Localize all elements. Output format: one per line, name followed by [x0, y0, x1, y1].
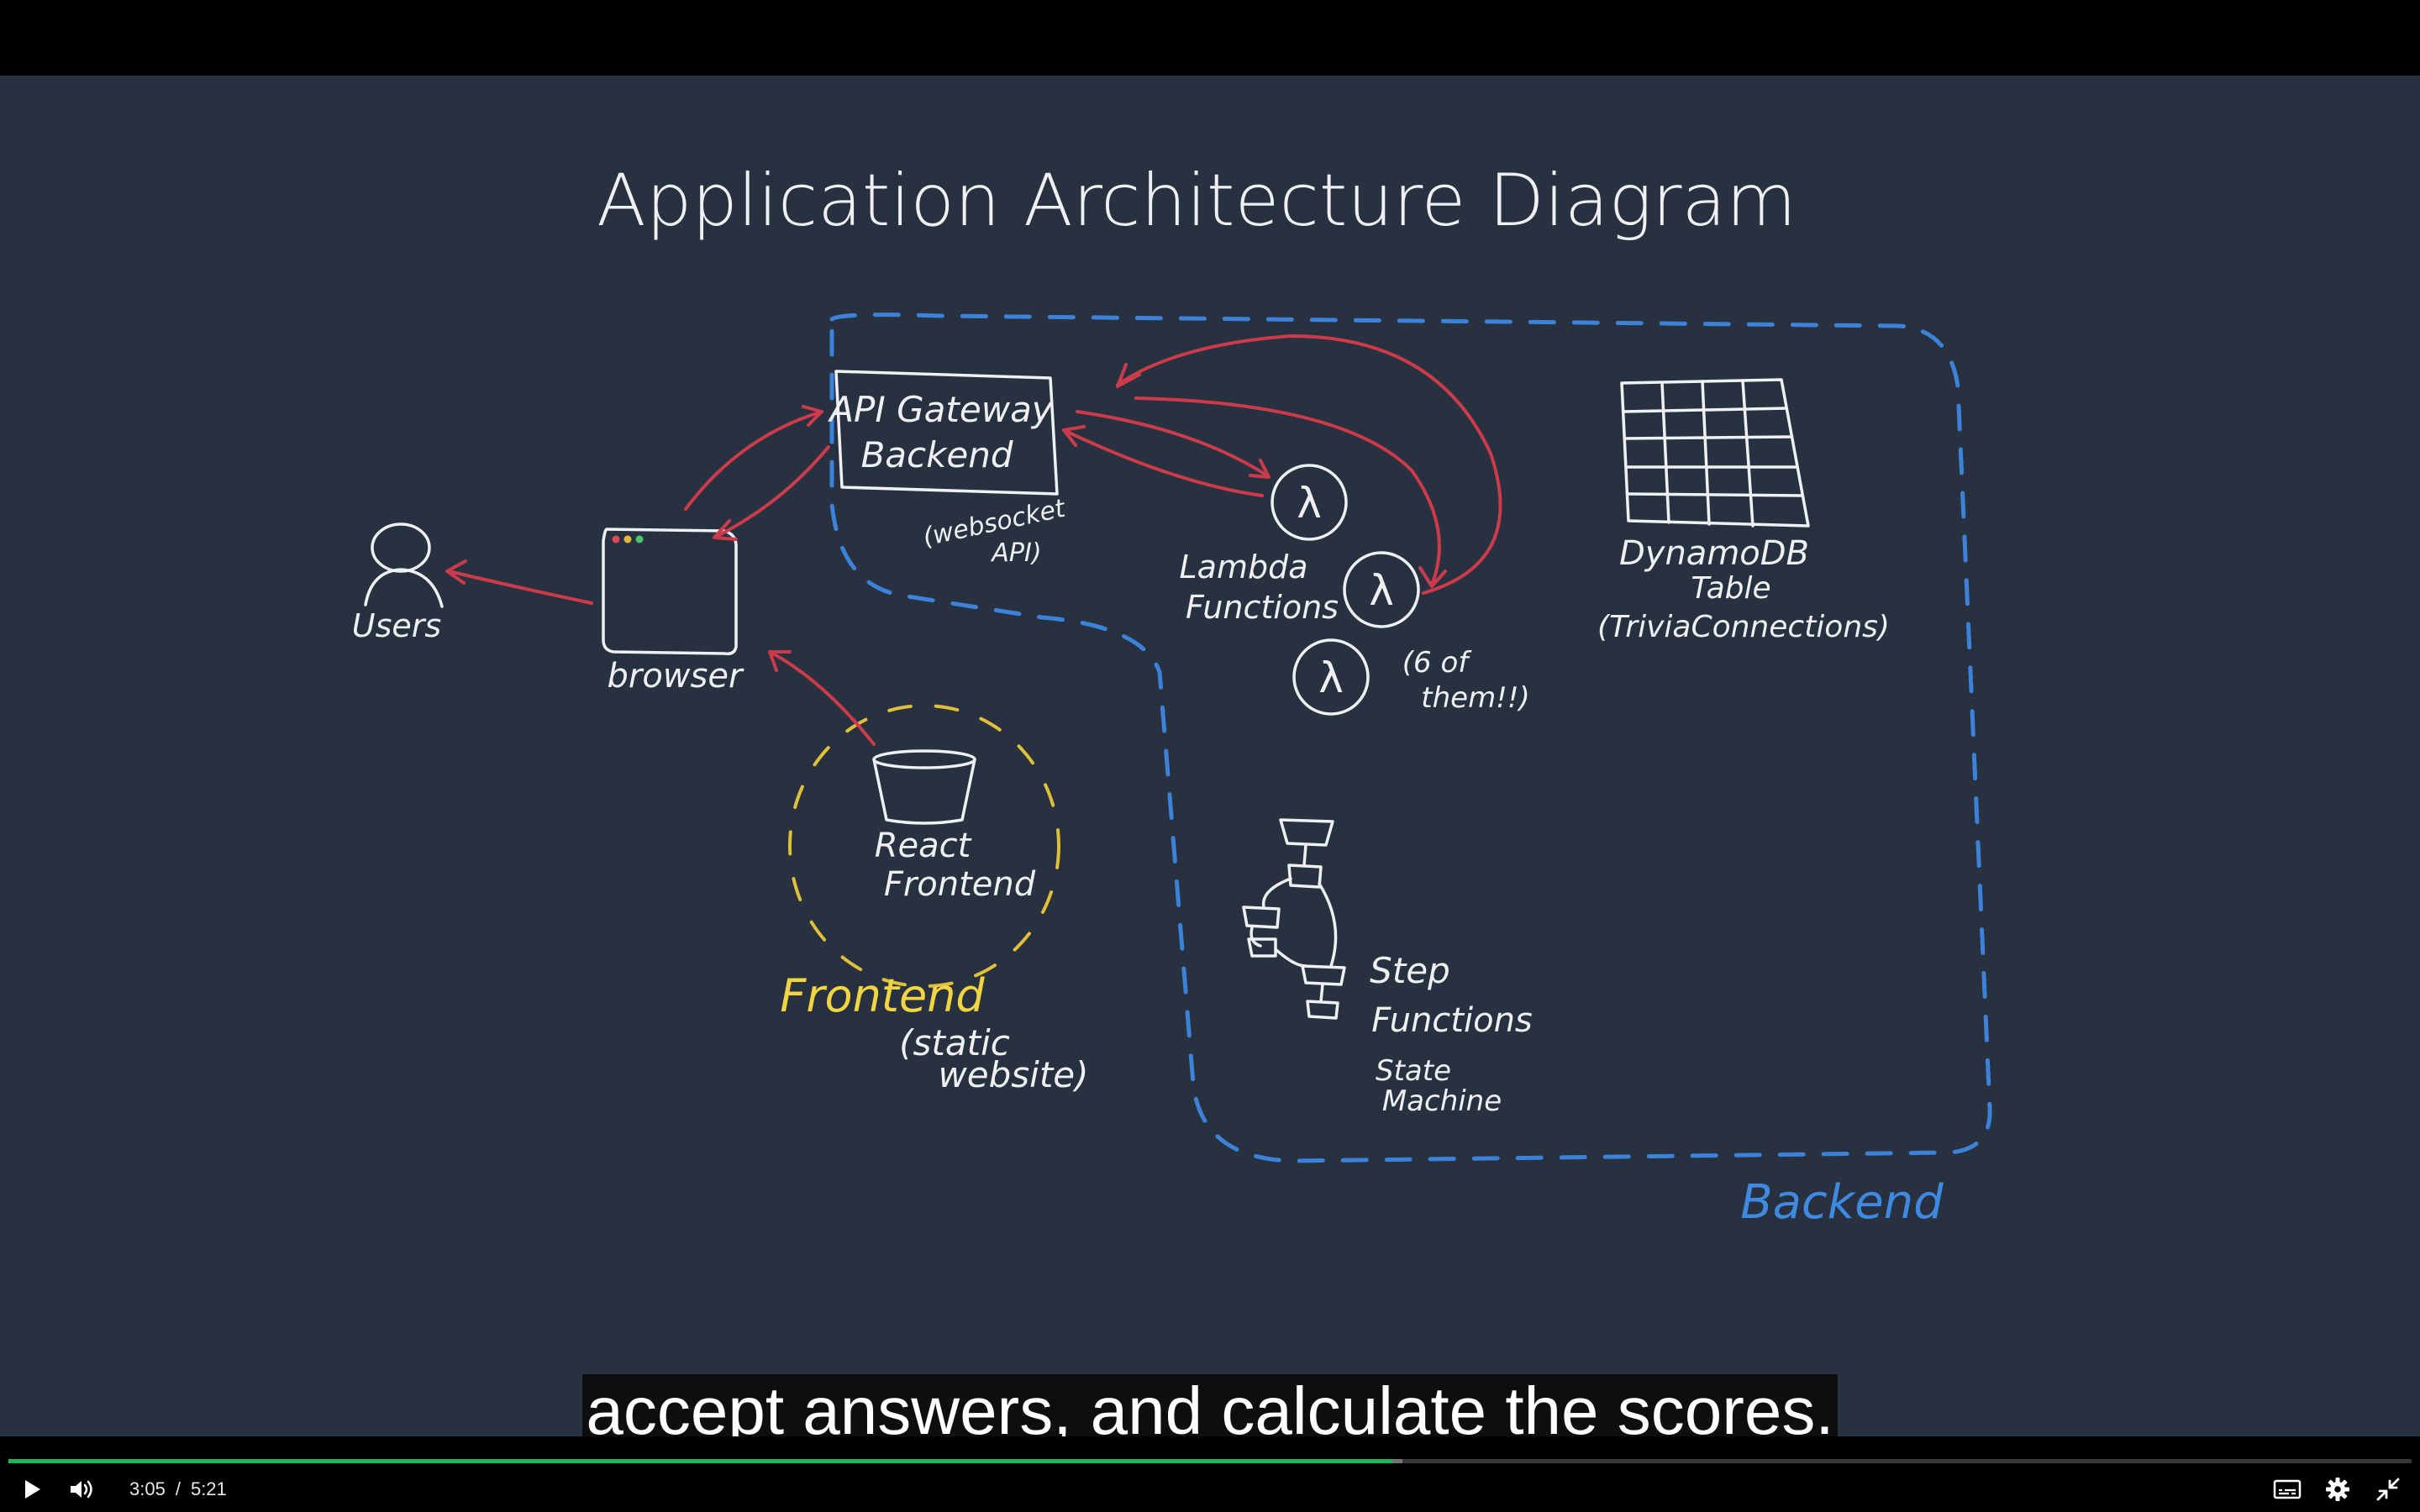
diagram-title: Application Architecture Diagram	[597, 159, 1797, 243]
time-display: 3:05 / 5:21	[129, 1478, 227, 1500]
users-icon	[364, 522, 444, 608]
player-controls: 3:05 / 5:21	[0, 1467, 2420, 1512]
frontend-label: Frontend	[780, 969, 985, 1022]
frontend-note-line2: website)	[938, 1054, 1088, 1095]
lambda-symbol: λ	[1297, 479, 1322, 528]
lambda-note-line1: (6 of	[1402, 646, 1473, 680]
video-frame[interactable]: Application Architecture Diagram Users b…	[0, 76, 2420, 1436]
duration: 5:21	[190, 1478, 227, 1499]
step-functions-label-line2: Functions	[1371, 1001, 1533, 1040]
step-functions-label-line1: Step	[1370, 950, 1450, 991]
lambda-symbol: λ	[1369, 566, 1394, 615]
play-button[interactable]	[7, 1467, 57, 1512]
react-label-line1: React	[875, 827, 972, 865]
dynamodb-label-line3: (TriviaConnections)	[1597, 610, 1890, 644]
users-label: Users	[352, 607, 441, 644]
volume-button[interactable]	[57, 1467, 108, 1512]
s3-bucket-icon	[872, 749, 976, 825]
browser-label: browser	[608, 657, 744, 696]
arrow-browser-to-api	[684, 405, 823, 511]
lambda-label-line1: Lambda	[1179, 549, 1307, 585]
step-functions-label-line3: State	[1376, 1054, 1451, 1088]
captions-icon	[2273, 1479, 2302, 1499]
volume-icon	[71, 1480, 92, 1499]
lambda-label-line2: Functions	[1186, 589, 1339, 626]
architecture-diagram: Application Architecture Diagram Users b…	[352, 159, 1992, 1230]
api-gateway-note-line2: API)	[990, 538, 1041, 568]
arrow-browser-to-users	[445, 559, 593, 605]
exit-fullscreen-icon	[2376, 1478, 2400, 1501]
browser-icon	[602, 528, 738, 656]
react-label-line2: Frontend	[884, 865, 1036, 904]
exit-fullscreen-button[interactable]	[2363, 1467, 2413, 1512]
progress-played	[8, 1459, 1393, 1463]
backend-label: Backend	[1740, 1175, 1944, 1230]
current-time: 3:05	[129, 1478, 166, 1499]
gear-icon	[2326, 1478, 2349, 1501]
play-icon	[25, 1480, 40, 1499]
arrow-react-to-browser	[768, 650, 876, 746]
arrow-lambda-to-api	[1062, 425, 1264, 497]
captions-button[interactable]	[2262, 1467, 2312, 1512]
dynamodb-table-icon	[1620, 378, 1810, 528]
step-functions-icon	[1242, 818, 1346, 1020]
api-gateway-label-line1: API Gateway	[827, 389, 1053, 430]
settings-button[interactable]	[2312, 1467, 2363, 1512]
lambda-symbol: λ	[1318, 654, 1344, 702]
dynamodb-label-line1: DynamoDB	[1619, 534, 1809, 573]
arrow-api-to-lambda	[1076, 410, 1270, 479]
lambda-note-line2: them!!)	[1421, 681, 1529, 715]
progress-bar[interactable]	[8, 1459, 2412, 1463]
step-functions-label-line4: Machine	[1382, 1084, 1502, 1118]
time-separator: /	[175, 1478, 181, 1499]
api-gateway-label-line2: Backend	[860, 434, 1013, 475]
dynamodb-label-line2: Table	[1691, 571, 1770, 606]
